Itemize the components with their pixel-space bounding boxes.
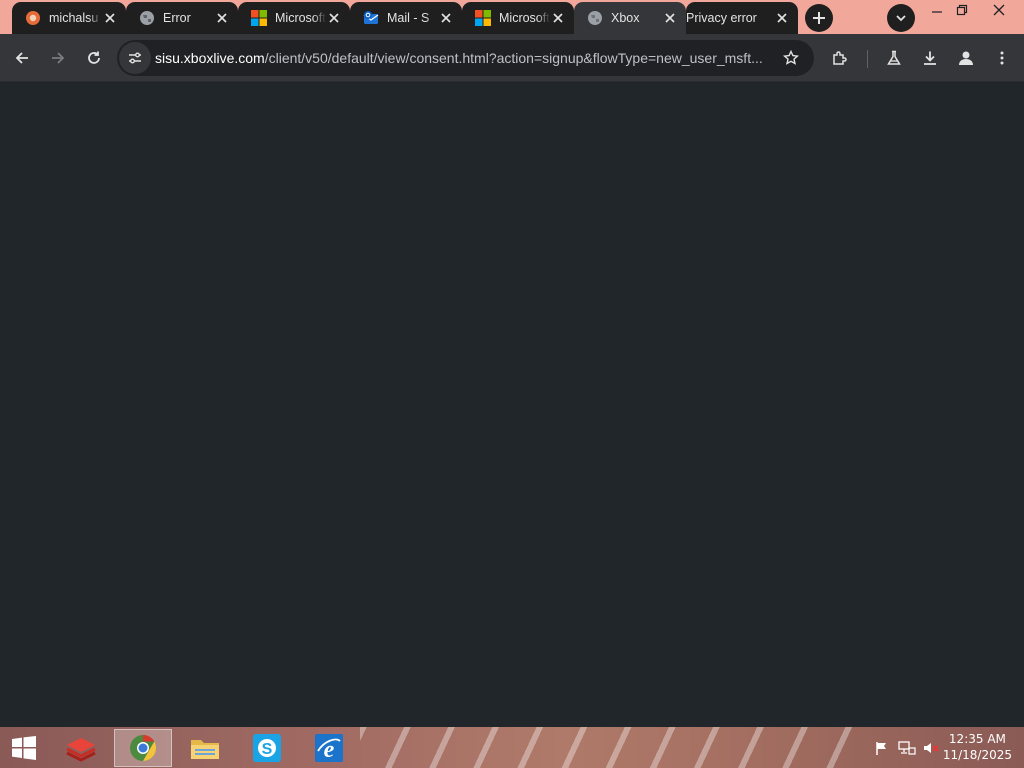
tab-close-icon[interactable] — [214, 10, 230, 26]
taskbar-skype[interactable]: S — [238, 729, 296, 767]
labs-flask-icon — [887, 50, 901, 65]
downloads-button[interactable] — [916, 44, 944, 72]
speaker-muted-icon — [924, 742, 939, 753]
back-arrow-icon — [15, 52, 28, 64]
tab-close-icon[interactable] — [662, 10, 678, 26]
tab-title: Xbox — [611, 11, 640, 25]
app-stack-icon — [66, 738, 96, 762]
tab-close-icon[interactable] — [438, 10, 454, 26]
action-center-button[interactable] — [872, 727, 892, 768]
file-explorer-icon — [191, 740, 219, 759]
tab-microsoft-2[interactable]: Microsoft — [462, 2, 574, 34]
url-host: sisu.xboxlive.com — [155, 50, 265, 66]
download-icon — [924, 51, 936, 65]
restore-button[interactable] — [945, 0, 979, 20]
chevron-down-icon — [896, 15, 906, 22]
extensions-puzzle-icon — [833, 51, 847, 65]
tab-title: Privacy error — [686, 11, 757, 25]
bookmark-button[interactable] — [776, 43, 806, 73]
extensions-button[interactable] — [826, 44, 854, 72]
forward-arrow-icon — [52, 52, 65, 64]
reload-button[interactable] — [80, 44, 108, 72]
tab-michalsu[interactable]: michalsu — [12, 2, 126, 34]
svg-text:S: S — [262, 741, 273, 758]
taskbar-file-explorer[interactable] — [176, 729, 234, 767]
profile-icon — [959, 51, 973, 65]
tab-error[interactable]: Error — [126, 2, 238, 34]
taskbar-app-stack[interactable] — [52, 729, 110, 767]
page-content — [0, 82, 1024, 727]
system-clock[interactable]: 12:35 AM 11/18/2025 — [943, 731, 1012, 763]
chrome-icon — [130, 734, 157, 762]
windows-logo-icon — [12, 735, 36, 760]
tab-title: Mail - S — [387, 11, 430, 25]
restore-icon — [956, 4, 968, 16]
tab-close-icon[interactable] — [326, 10, 342, 26]
tab-close-icon[interactable] — [550, 10, 566, 26]
firefox-sync-icon — [25, 10, 41, 26]
toolbar-divider — [867, 50, 868, 68]
windows-taskbar: S e 12:35 AM 11/18/2025 — [0, 727, 1024, 768]
more-menu-button[interactable] — [988, 44, 1016, 72]
start-button[interactable] — [0, 727, 48, 768]
internet-explorer-icon: e — [315, 734, 343, 763]
taskbar-internet-explorer[interactable]: e — [300, 729, 358, 767]
clock-time: 12:35 AM — [948, 732, 1006, 746]
tab-close-icon[interactable] — [774, 10, 790, 26]
close-window-button[interactable] — [982, 0, 1016, 20]
close-icon — [993, 4, 1005, 16]
browser-toolbar: sisu.xboxlive.com/client/v50/default/vie… — [0, 34, 1024, 82]
tab-search-button[interactable] — [887, 4, 915, 32]
tab-mail[interactable]: Mail - S — [350, 2, 462, 34]
profile-button[interactable] — [952, 44, 980, 72]
network-icon — [898, 740, 916, 755]
address-bar[interactable]: sisu.xboxlive.com/client/v50/default/vie… — [117, 40, 814, 76]
minimize-icon — [932, 11, 942, 13]
tab-title: Microsoft — [275, 11, 326, 25]
clock-date: 11/18/2025 — [942, 748, 1012, 762]
microsoft-logo-icon — [475, 10, 491, 26]
labs-button[interactable] — [880, 44, 908, 72]
url-path: /client/v50/default/view/consent.html?ac… — [264, 50, 763, 66]
tab-xbox[interactable]: Xbox — [574, 2, 686, 34]
site-info-icon[interactable] — [119, 42, 151, 74]
forward-button[interactable] — [44, 44, 72, 72]
tab-title: Microsoft — [499, 11, 550, 25]
globe-icon — [587, 10, 603, 26]
microsoft-logo-icon — [251, 10, 267, 26]
tab-close-icon[interactable] — [102, 10, 118, 26]
globe-icon — [139, 10, 155, 26]
tab-title: Error — [163, 11, 191, 25]
outlook-icon — [363, 10, 379, 26]
volume-button[interactable] — [920, 727, 942, 768]
reload-icon — [88, 51, 100, 64]
url-text[interactable]: sisu.xboxlive.com/client/v50/default/vie… — [155, 50, 776, 66]
wallpaper-decoration — [360, 727, 860, 768]
more-menu-icon — [1000, 51, 1004, 65]
action-center-flag-icon — [876, 741, 886, 755]
plus-icon — [813, 12, 825, 24]
new-tab-button[interactable] — [805, 4, 833, 32]
tab-strip: michalsu Error Microsoft Mail - S Micros… — [0, 0, 1024, 34]
tab-privacy-error[interactable]: Privacy error — [686, 2, 798, 34]
tab-title: michalsu — [49, 11, 99, 25]
skype-icon: S — [253, 734, 281, 762]
network-button[interactable] — [896, 727, 918, 768]
taskbar-chrome[interactable] — [114, 729, 172, 767]
back-button[interactable] — [8, 44, 36, 72]
tab-microsoft-1[interactable]: Microsoft — [238, 2, 350, 34]
bookmark-star-icon — [783, 50, 799, 65]
